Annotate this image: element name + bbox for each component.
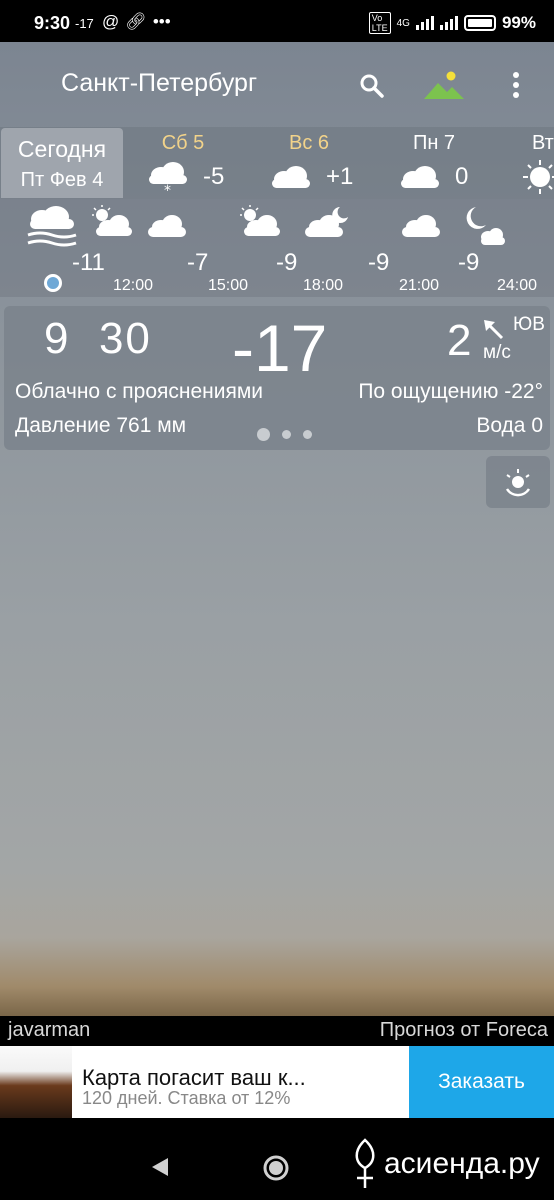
- day-name: Пн 7: [412, 132, 456, 154]
- hourly-strip[interactable]: -11 -7 -9 -9 -9 12:00 15:00 18:00 21:00 …: [0, 199, 554, 297]
- partly-cloudy-icon: [92, 205, 132, 236]
- hour-time: 15:00: [208, 277, 249, 294]
- day-tue[interactable]: Вт: [510, 127, 554, 199]
- sun-icon: [523, 160, 554, 194]
- day-sat[interactable]: Сб 5 * -5: [133, 127, 243, 199]
- day-mon[interactable]: Пн 7 0: [385, 127, 495, 199]
- page-indicator: [257, 428, 312, 441]
- today-date: Пт Фев 4: [20, 169, 104, 191]
- day-temp: +1: [326, 163, 354, 190]
- cloud-icon: [401, 166, 439, 188]
- current-time: 9 30: [44, 314, 152, 364]
- wind-direction-icon: [484, 320, 504, 340]
- current-time-marker: [44, 274, 62, 292]
- ad-subtitle: 120 дней. Ставка от 12%: [82, 1088, 291, 1108]
- forecast-source[interactable]: Прогноз от Foreca: [380, 1019, 548, 1042]
- moon-cloud-icon: [466, 207, 505, 245]
- hour-temp: -7: [187, 249, 209, 276]
- snow-cloud-icon: *: [149, 162, 187, 195]
- fog-cloud-icon: [27, 206, 77, 247]
- city-title[interactable]: Санкт-Петербург: [61, 69, 257, 98]
- signal-icon: [415, 16, 434, 30]
- more-vert-icon: [513, 72, 519, 98]
- home-icon[interactable]: [262, 1154, 290, 1182]
- page-dot-active: [257, 428, 270, 441]
- today-label: Сегодня: [17, 136, 107, 162]
- ad-banner[interactable]: Карта погасит ваш к... 120 дней. Ставка …: [0, 1046, 554, 1118]
- volte-icon: Vo LTE: [368, 12, 391, 34]
- hour-time: 24:00: [497, 277, 538, 294]
- hour-time: 12:00: [113, 277, 154, 294]
- wind-direction: ЮВ: [513, 314, 545, 335]
- wind-speed: 2: [447, 316, 472, 365]
- network-type: 4G: [396, 17, 410, 29]
- back-icon[interactable]: [150, 1156, 170, 1178]
- pressure-text: Давление 761 мм: [15, 414, 187, 437]
- svg-text:*: *: [164, 183, 171, 195]
- day-name: Вс 6: [288, 132, 330, 154]
- search-icon: [360, 74, 384, 98]
- menu-button[interactable]: [504, 68, 528, 102]
- signal-icon-2: [439, 16, 458, 30]
- sunrise-icon: [505, 469, 531, 497]
- day-sun[interactable]: Вс 6 +1: [256, 127, 366, 199]
- ad-thumbnail: [0, 1046, 72, 1118]
- day-name: Сб 5: [161, 132, 205, 154]
- weather-app: Санкт-Петербург Сегодня Пт Фев 4 Сб 5 * …: [0, 42, 554, 1016]
- day-name: Вт: [532, 132, 554, 154]
- ad-cta-button[interactable]: Заказать: [409, 1046, 554, 1118]
- tab-today[interactable]: Сегодня Пт Фев 4: [1, 128, 123, 198]
- at-icon: @: [102, 12, 120, 31]
- feels-like-text: По ощущению -22°: [358, 380, 543, 403]
- app-header: Санкт-Петербург: [0, 42, 554, 126]
- days-strip: Сегодня Пт Фев 4 Сб 5 * -5 Вс 6 +1 Пн 7 …: [0, 127, 554, 199]
- water-temp-text: Вода 0: [476, 414, 543, 437]
- photo-author[interactable]: javarman: [8, 1019, 90, 1042]
- day-temp: -5: [203, 163, 225, 190]
- partly-cloudy-icon: [240, 205, 280, 236]
- hour-temp: -9: [276, 249, 298, 276]
- battery-percent: 99%: [501, 13, 536, 32]
- background-picker-button[interactable]: [420, 68, 468, 104]
- condition-text: Облачно с прояснениями: [15, 380, 264, 403]
- current-weather-card[interactable]: 9 30 -17 2 ЮВ м/с Облачно с прояснениями…: [4, 306, 550, 450]
- page-dot: [282, 430, 291, 439]
- landscape-icon: [424, 71, 464, 99]
- watermark-text: асиенда.ру: [384, 1147, 540, 1180]
- search-button[interactable]: [356, 70, 388, 102]
- photo-credits-bar: javarman Прогноз от Foreca: [0, 1016, 554, 1046]
- cloud-moon-icon: [305, 207, 348, 237]
- hour-time: 21:00: [399, 277, 440, 294]
- wind-unit: м/с: [483, 342, 511, 363]
- more-notifications-icon: •••: [152, 12, 171, 31]
- watermark-logo-icon: [355, 1138, 375, 1188]
- sun-moon-button[interactable]: [486, 456, 550, 508]
- page-dot: [303, 430, 312, 439]
- current-hour: 9: [44, 314, 71, 363]
- cloud-icon: [272, 166, 310, 188]
- watermark: асиенда.ру: [350, 1138, 540, 1190]
- status-bar: 9:30 -17 @ 🔗︎ ••• Vo LTE 4G 99%: [0, 0, 554, 42]
- hour-temp: -9: [368, 249, 390, 276]
- cloud-icon: [402, 215, 440, 237]
- hour-temp: -11: [72, 249, 105, 276]
- link-icon: 🔗︎: [125, 12, 147, 31]
- day-temp: 0: [455, 163, 469, 190]
- hour-temp: -9: [458, 249, 480, 276]
- status-temp: -17: [75, 16, 94, 31]
- cloud-icon: [148, 215, 186, 237]
- hour-time: 18:00: [303, 277, 344, 294]
- current-temp: -17: [232, 311, 328, 385]
- current-minute: 30: [98, 314, 152, 363]
- battery-icon: [463, 15, 496, 31]
- status-time: 9:30: [34, 13, 71, 33]
